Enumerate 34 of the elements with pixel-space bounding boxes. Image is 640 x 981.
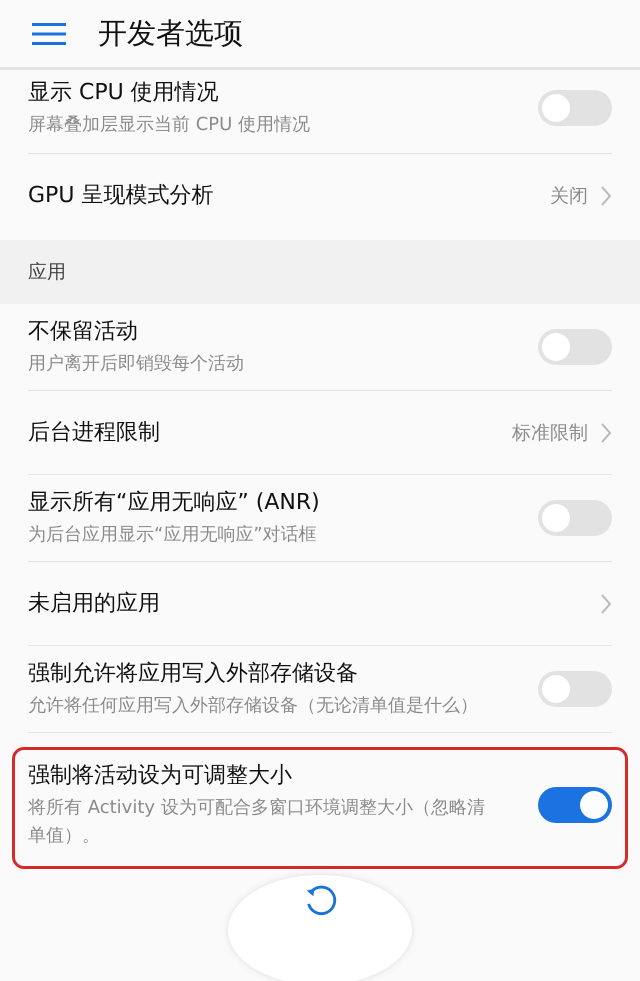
setting-title: GPU 呈现模式分析 [28,182,214,210]
setting-row[interactable]: GPU 呈现模式分析 关闭 [28,154,612,238]
setting-row[interactable]: 显示所有“应用无响应” (ANR) 为后台应用显示“应用无响应”对话框 [28,475,612,562]
chevron-right-icon [600,592,612,614]
menu-icon[interactable] [32,22,66,46]
section-title: 应用 [28,260,66,285]
setting-title: 不保留活动 [28,318,139,346]
setting-row[interactable]: 未启用的应用 [28,562,612,646]
setting-title: 强制允许将应用写入外部存储设备 [28,660,359,688]
setting-row[interactable]: 后台进程限制 标准限制 [28,391,612,475]
toggle-switch[interactable] [538,90,612,126]
setting-title: 未启用的应用 [28,590,161,618]
setting-row[interactable]: 强制允许将应用写入外部存储设备 允许将任何应用写入外部存储设备（无论清单值是什么） [28,646,612,733]
setting-value: 标准限制 [512,420,588,446]
setting-description: 屏幕叠加层显示当前 CPU 使用情况 [28,112,312,136]
toggle-switch[interactable] [538,500,612,536]
chevron-right-icon [600,422,612,444]
setting-title: 显示所有“应用无响应” (ANR) [28,489,321,517]
setting-title: 后台进程限制 [28,418,161,446]
toggle-switch[interactable] [538,329,612,365]
chevron-right-icon [600,185,612,207]
setting-description: 用户离开后即销毁每个活动 [28,352,245,376]
setting-description: 为后台应用显示“应用无响应”对话框 [28,523,318,547]
setting-row[interactable]: 不保留活动 用户离开后即销毁每个活动 [28,304,612,391]
setting-title: 显示 CPU 使用情况 [28,78,220,106]
toggle-switch[interactable] [538,671,612,707]
setting-description: 将所有 Activity 设为可配合多窗口环境调整大小（忽略清单值）。 [28,796,486,848]
setting-value: 关闭 [550,184,588,209]
page-title: 开发者选项 [98,14,243,52]
setting-row[interactable]: 强制将活动设为可调整大小 将所有 Activity 设为可配合多窗口环境调整大小（忽略清单值）。 [12,747,628,869]
toggle-switch[interactable] [538,787,612,823]
setting-description: 允许将任何应用写入外部存储设备（无论清单值是什么） [28,694,479,718]
setting-title: 强制将活动设为可调整大小 [28,762,293,790]
setting-row[interactable]: 显示 CPU 使用情况 屏幕叠加层显示当前 CPU 使用情况 [28,70,612,154]
